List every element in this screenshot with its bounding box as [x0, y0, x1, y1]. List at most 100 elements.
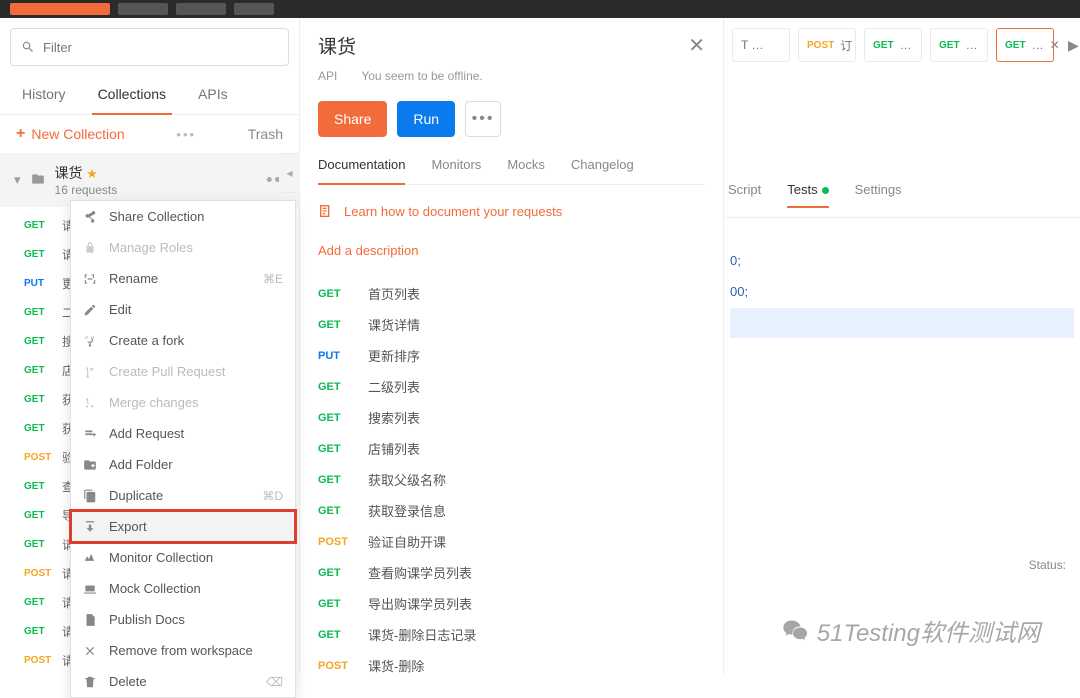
menu-item-export[interactable]: Export	[71, 511, 295, 542]
request-tab[interactable]: GET…	[930, 28, 988, 62]
doc-list-item[interactable]: GET查看购课学员列表	[318, 557, 705, 588]
menu-label: Export	[109, 519, 147, 534]
verb-badge: GET	[318, 381, 352, 393]
trash-button[interactable]: Trash	[248, 126, 283, 142]
menu-label: Share Collection	[109, 209, 204, 224]
doc-list-item[interactable]: GET导出购课学员列表	[318, 588, 705, 619]
doc-item-name: 更新排序	[368, 346, 420, 365]
request-tab[interactable]: GET…✕	[996, 28, 1054, 62]
menu-item-fork[interactable]: Create a fork	[71, 325, 295, 356]
plus-icon: +	[16, 125, 25, 143]
tab-monitors[interactable]: Monitors	[431, 157, 481, 184]
code-highlight-line	[730, 308, 1074, 338]
tab-changelog[interactable]: Changelog	[571, 157, 634, 184]
verb-badge: GET	[318, 443, 352, 455]
verb-badge: GET	[318, 474, 352, 486]
code-editor[interactable]: 0; 00;	[724, 218, 1080, 338]
menu-item-lock: Manage Roles	[71, 232, 295, 263]
header-grey-button-1[interactable]	[118, 3, 168, 15]
doc-list-item[interactable]: GET 获取父级名称	[318, 464, 705, 495]
menu-item-dup[interactable]: Duplicate⌘D	[71, 480, 295, 511]
monitor-icon	[83, 551, 97, 565]
menu-label: Mock Collection	[109, 581, 201, 596]
remove-icon	[83, 644, 97, 658]
menu-label: Publish Docs	[109, 612, 185, 627]
doc-list-item[interactable]: GET获取登录信息	[318, 495, 705, 526]
menu-item-monitor[interactable]: Monitor Collection	[71, 542, 295, 573]
menu-item-addfolder[interactable]: Add Folder	[71, 449, 295, 480]
learn-documentation-link[interactable]: Learn how to document your requests	[318, 203, 705, 219]
doc-list-item[interactable]: GET店铺列表	[318, 433, 705, 464]
verb-badge: POST	[318, 536, 352, 548]
doc-item-name: 课货-删除日志记录	[368, 625, 476, 644]
menu-item-addreq[interactable]: Add Request	[71, 418, 295, 449]
doc-list-item[interactable]: GET首页列表	[318, 278, 705, 309]
sidebar-tab-collections[interactable]: Collections	[82, 76, 182, 114]
header-grey-button-2[interactable]	[176, 3, 226, 15]
verb-badge: GET	[939, 40, 960, 51]
verb-badge: GET	[873, 40, 894, 51]
share-button[interactable]: Share	[318, 101, 387, 137]
verb-badge: GET	[24, 481, 56, 492]
menu-item-share[interactable]: Share Collection	[71, 201, 295, 232]
verb-badge: PUT	[24, 278, 56, 289]
collection-context-menu: Share Collection Manage Roles Rename⌘EEdit…	[70, 200, 296, 698]
menu-item-remove[interactable]: Remove from workspace	[71, 635, 295, 666]
detail-more-button[interactable]: •••	[465, 101, 501, 137]
collapse-sidebar-button[interactable]: ◂	[279, 153, 301, 193]
request-tab[interactable]: POST订	[798, 28, 856, 62]
request-tab[interactable]: GET…	[864, 28, 922, 62]
collections-more-icon[interactable]: •••	[176, 127, 196, 142]
dup-icon	[83, 489, 97, 503]
verb-badge: GET	[24, 307, 56, 318]
verb-badge: GET	[24, 423, 56, 434]
verb-badge: GET	[24, 394, 56, 405]
tabs-scroll-right[interactable]: ▶	[1062, 37, 1080, 54]
menu-label: Duplicate	[109, 488, 163, 503]
menu-item-delete[interactable]: Delete⌫	[71, 666, 295, 697]
add-description-link[interactable]: Add a description	[318, 243, 705, 258]
star-icon[interactable]: ★	[86, 166, 98, 181]
sidebar-tab-apis[interactable]: APIs	[182, 76, 244, 114]
sidebar-tabs: History Collections APIs	[0, 76, 299, 115]
doc-list-item[interactable]: GET 二级列表	[318, 371, 705, 402]
doc-list-item[interactable]: GET搜索列表	[318, 402, 705, 433]
menu-item-mock[interactable]: Mock Collection	[71, 573, 295, 604]
doc-list-item[interactable]: POST验证自助开课	[318, 526, 705, 557]
subtab-settings[interactable]: Settings	[855, 182, 902, 207]
sidebar-tab-history[interactable]: History	[6, 76, 82, 114]
verb-badge: GET	[318, 567, 352, 579]
menu-item-publish[interactable]: Publish Docs	[71, 604, 295, 635]
doc-list-item[interactable]: GET课货-删除日志记录	[318, 619, 705, 650]
menu-item-edit[interactable]: Edit	[71, 294, 295, 325]
new-collection-button[interactable]: + New Collection	[16, 125, 125, 143]
header-orange-button[interactable]	[10, 3, 110, 15]
doc-list-item[interactable]: POST课货-删除	[318, 650, 705, 674]
close-tab-icon[interactable]: ✕	[1050, 38, 1060, 52]
doc-list-item[interactable]: PUT更新排序	[318, 340, 705, 371]
menu-item-rename[interactable]: Rename⌘E	[71, 263, 295, 294]
verb-badge: POST	[24, 655, 56, 666]
filter-input-wrap[interactable]	[10, 28, 289, 66]
merge-icon	[83, 396, 97, 410]
filter-input[interactable]	[43, 40, 278, 55]
close-icon[interactable]: ✕	[688, 33, 705, 58]
rename-icon	[83, 272, 97, 286]
header-grey-button-3[interactable]	[234, 3, 274, 15]
doc-item-name: 获取父级名称	[368, 470, 446, 489]
menu-label: Manage Roles	[109, 240, 193, 255]
run-button[interactable]: Run	[397, 101, 455, 137]
doc-item-name: 二级列表	[368, 377, 420, 396]
tab-documentation[interactable]: Documentation	[318, 157, 405, 184]
tab-mocks[interactable]: Mocks	[507, 157, 545, 184]
documentation-list: GET首页列表GET课货详情PUT更新排序 GET 二级列表 GET搜索列表GET店铺…	[318, 278, 705, 674]
subtab-script[interactable]: Script	[728, 182, 761, 207]
menu-item-merge: Merge changes	[71, 387, 295, 418]
menu-label: Remove from workspace	[109, 643, 253, 658]
request-tab[interactable]: T …	[732, 28, 790, 62]
doc-list-item[interactable]: GET课货详情	[318, 309, 705, 340]
subtab-tests[interactable]: Tests	[787, 182, 828, 207]
collection-header[interactable]: ▾ 课货 ★ 16 requests ••• ◂	[0, 153, 299, 207]
lock-icon	[83, 241, 97, 255]
doc-item-name: 导出购课学员列表	[368, 594, 472, 613]
